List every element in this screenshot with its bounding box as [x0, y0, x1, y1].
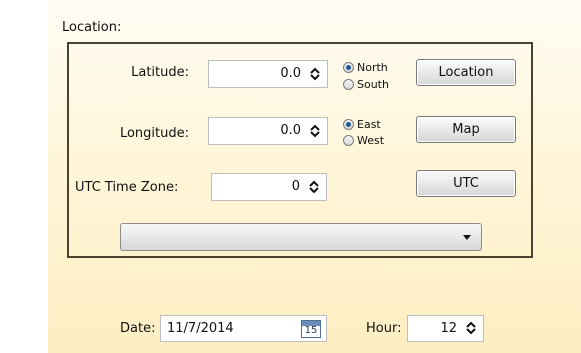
- date-picker[interactable]: 11/7/2014 15: [160, 315, 327, 342]
- latitude-value: 0.0: [280, 66, 301, 81]
- radio-south-label: South: [357, 78, 389, 91]
- radio-west-circle[interactable]: [343, 135, 354, 146]
- latitude-label: Latitude:: [131, 65, 189, 80]
- chevron-down-icon[interactable]: [463, 235, 471, 240]
- utc-button[interactable]: UTC: [416, 170, 516, 197]
- location-dropdown[interactable]: [120, 223, 482, 251]
- radio-north-label: North: [357, 61, 388, 74]
- utc-time-zone-spinner[interactable]: 0: [211, 173, 327, 201]
- up-down-spinner-icon[interactable]: [465, 321, 477, 335]
- radio-east-label: East: [357, 118, 381, 131]
- date-label: Date:: [120, 321, 156, 336]
- calendar-icon-day: 15: [304, 325, 318, 336]
- radio-north-circle[interactable]: [343, 62, 354, 73]
- radio-east-circle[interactable]: [343, 119, 354, 130]
- up-down-spinner-icon[interactable]: [308, 180, 320, 194]
- radio-west-label: West: [357, 134, 385, 147]
- map-button[interactable]: Map: [416, 116, 516, 143]
- longitude-spinner[interactable]: 0.0: [208, 117, 328, 145]
- radio-south-circle[interactable]: [343, 79, 354, 90]
- hour-spinner[interactable]: 12: [407, 315, 484, 342]
- utc-time-zone-value: 0: [291, 179, 300, 194]
- calendar-icon[interactable]: 15: [301, 320, 321, 338]
- location-button[interactable]: Location: [416, 59, 516, 86]
- latitude-spinner[interactable]: 0.0: [208, 60, 328, 88]
- location-section-label: Location:: [62, 20, 122, 35]
- longitude-value: 0.0: [280, 123, 301, 138]
- up-down-spinner-icon[interactable]: [309, 124, 321, 138]
- utc-time-zone-label: UTC Time Zone:: [75, 180, 179, 195]
- longitude-label: Longitude:: [119, 126, 189, 141]
- hour-label: Hour:: [366, 321, 402, 336]
- up-down-spinner-icon[interactable]: [309, 67, 321, 81]
- hour-value: 12: [440, 321, 457, 336]
- date-value: 11/7/2014: [167, 321, 234, 336]
